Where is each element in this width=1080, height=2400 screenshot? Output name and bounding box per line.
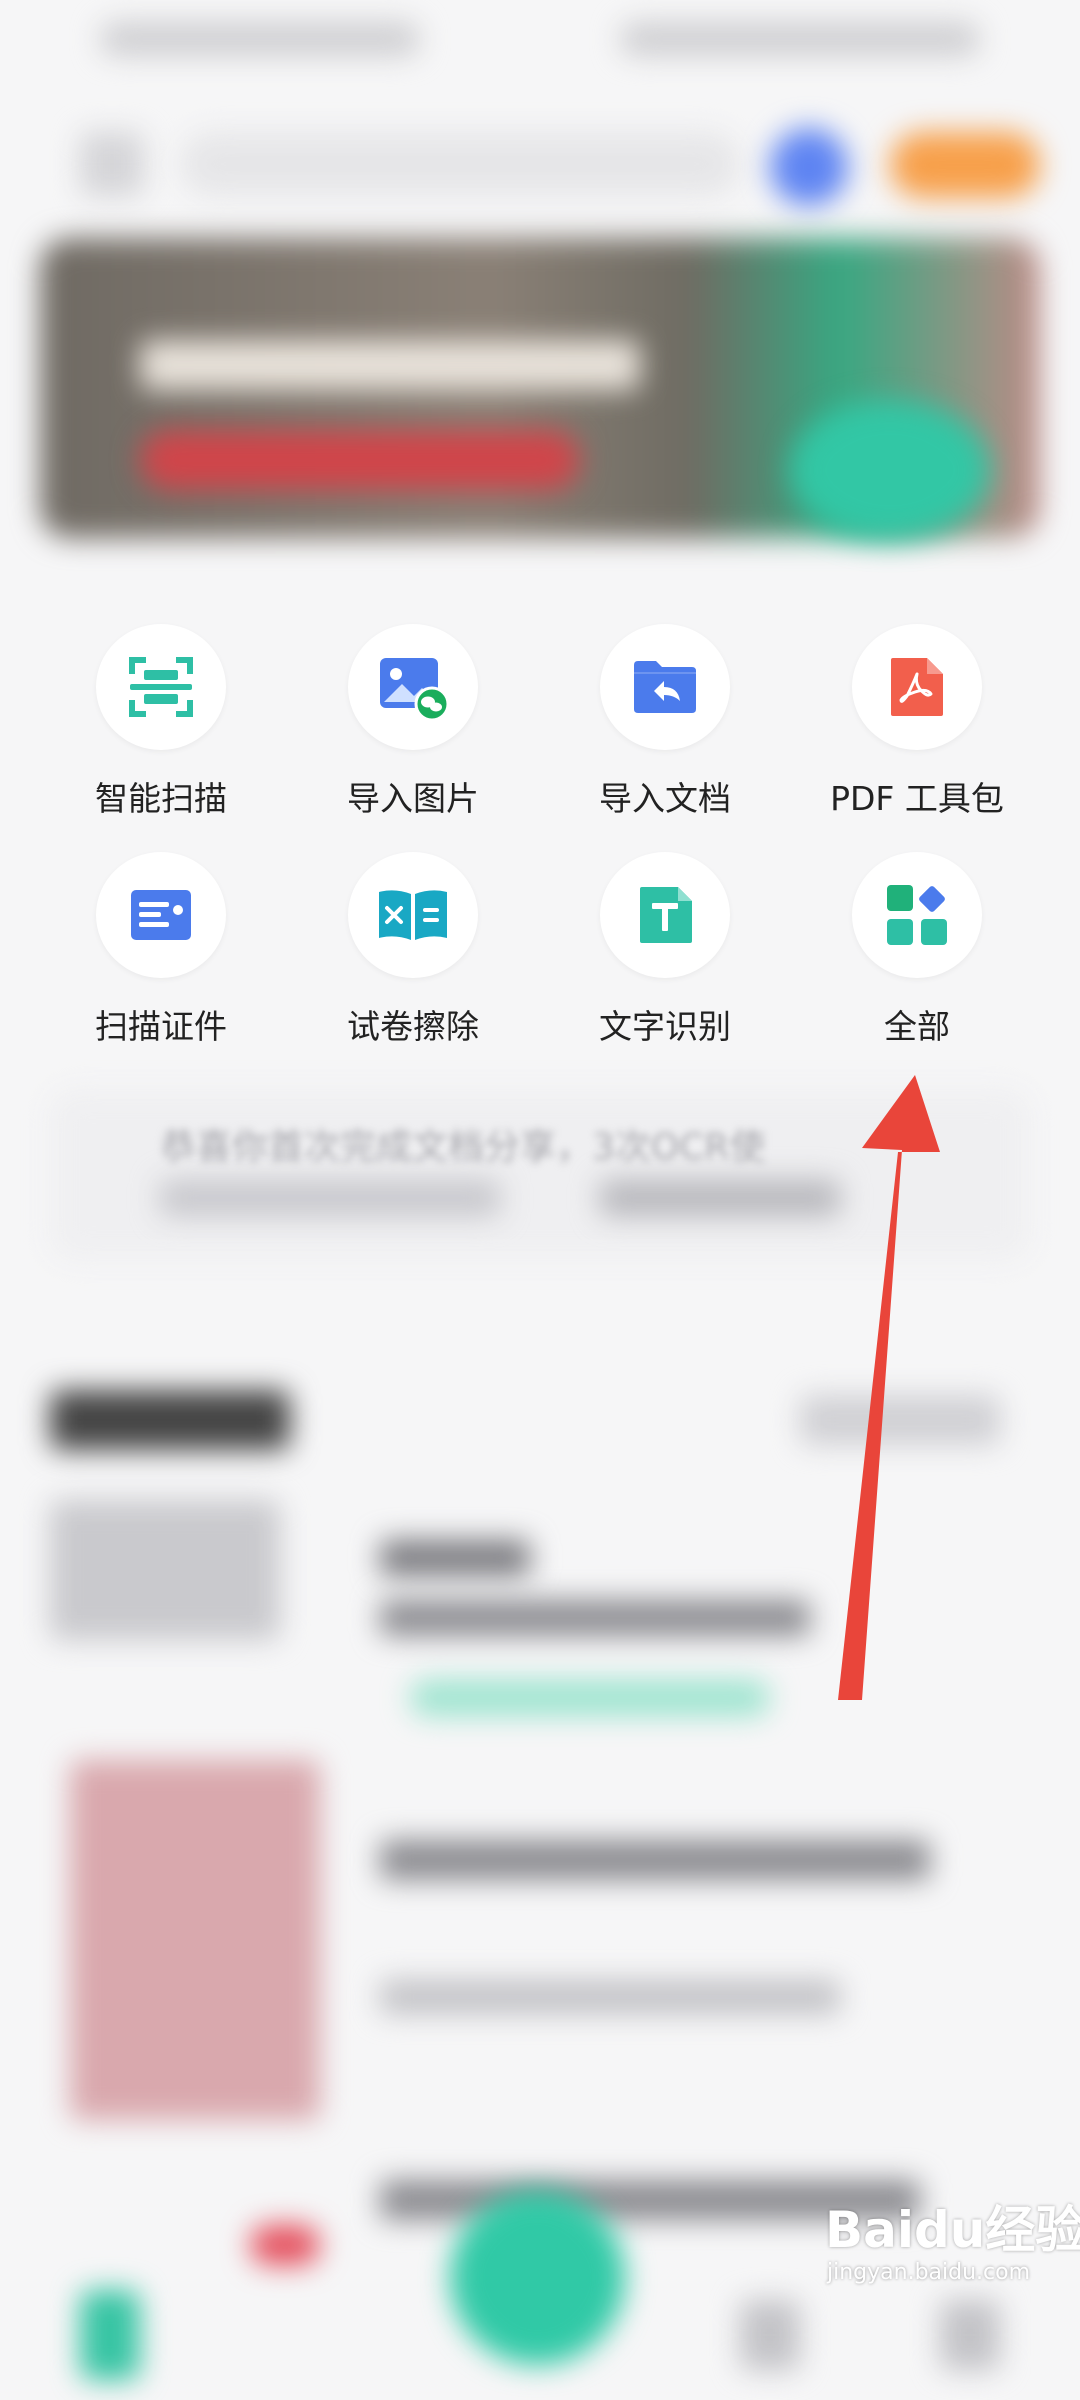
tool-icon-circle [600, 624, 730, 750]
tool-icon-circle [348, 624, 478, 750]
scan-icon [129, 657, 193, 717]
banner-graphic [790, 400, 990, 540]
document-thumbnail[interactable] [50, 1500, 280, 1640]
tool-label: PDF 工具包 [830, 779, 1004, 818]
tool-icon-circle [852, 852, 982, 978]
recent-more-link[interactable] [800, 1395, 1000, 1445]
menu-icon[interactable] [80, 132, 144, 196]
search-input[interactable] [180, 132, 740, 196]
document-title [380, 1840, 930, 1880]
tool-label: 智能扫描 [95, 779, 227, 818]
notice-card[interactable] [50, 1090, 1030, 1260]
watermark-logo: Baidu经验 [825, 2201, 1080, 2259]
notice-text: 恭喜你首次完成文档分享，3次OCR使 [160, 1127, 766, 1168]
import-document-icon [634, 661, 696, 713]
tool-all[interactable]: 全部 [791, 828, 1043, 1048]
tool-label: 导入文档 [599, 779, 731, 818]
document-subtitle [380, 1980, 840, 2014]
tool-label: 导入图片 [347, 779, 479, 818]
status-bar-left [100, 22, 420, 56]
document-subtitle [380, 1600, 810, 1636]
notice-subtext [160, 1180, 500, 1216]
avatar[interactable] [770, 128, 848, 206]
document-title [380, 1540, 530, 1576]
banner-cta[interactable] [140, 430, 580, 490]
tool-text-recognition[interactable]: 文字识别 [539, 828, 791, 1048]
tool-scan-id[interactable]: 扫描证件 [35, 828, 287, 1048]
tool-exam-erase[interactable]: 试卷擦除 [287, 828, 539, 1048]
tool-pdf-toolkit[interactable]: PDF 工具包 [791, 600, 1043, 820]
nav-home[interactable] [80, 2290, 140, 2380]
banner-headline [140, 340, 640, 390]
id-card-icon [131, 890, 191, 940]
tool-smart-scan[interactable]: 智能扫描 [35, 600, 287, 820]
tool-label: 全部 [884, 1007, 950, 1046]
nav-badge [250, 2225, 320, 2265]
tool-icon-circle [852, 624, 982, 750]
text-recognition-icon [640, 887, 692, 943]
import-image-icon [380, 658, 450, 722]
tool-icon-circle [96, 624, 226, 750]
nav-item[interactable] [740, 2300, 800, 2370]
tool-label: 扫描证件 [95, 1007, 227, 1046]
tool-label: 试卷擦除 [347, 1007, 479, 1046]
tool-import-document[interactable]: 导入文档 [539, 600, 791, 820]
watermark-url: jingyan.baidu.com [827, 2260, 1031, 2285]
notice-link[interactable] [600, 1180, 840, 1216]
tool-label: 文字识别 [599, 1007, 731, 1046]
document-tag [410, 1680, 770, 1716]
tool-import-image[interactable]: 导入图片 [287, 600, 539, 820]
vip-button[interactable] [890, 132, 1040, 198]
exam-erase-icon [379, 890, 447, 940]
tool-icon-circle [600, 852, 730, 978]
camera-fab-button[interactable] [450, 2190, 625, 2365]
status-bar [0, 0, 1080, 80]
tool-icon-circle [348, 852, 478, 978]
status-bar-right [620, 22, 980, 56]
pdf-icon [891, 658, 943, 716]
tool-icon-circle [96, 852, 226, 978]
recent-title [50, 1390, 290, 1450]
document-thumbnail[interactable] [70, 1760, 320, 2120]
tool-grid: 智能扫描 导入图片 导入文档 PDF 工具包 扫描证件 试卷擦除 文字识别 全部 [0, 600, 1080, 1060]
watermark: Baidu经验 jingyan.baidu.com [825, 2190, 1080, 2390]
all-apps-icon [887, 885, 947, 945]
